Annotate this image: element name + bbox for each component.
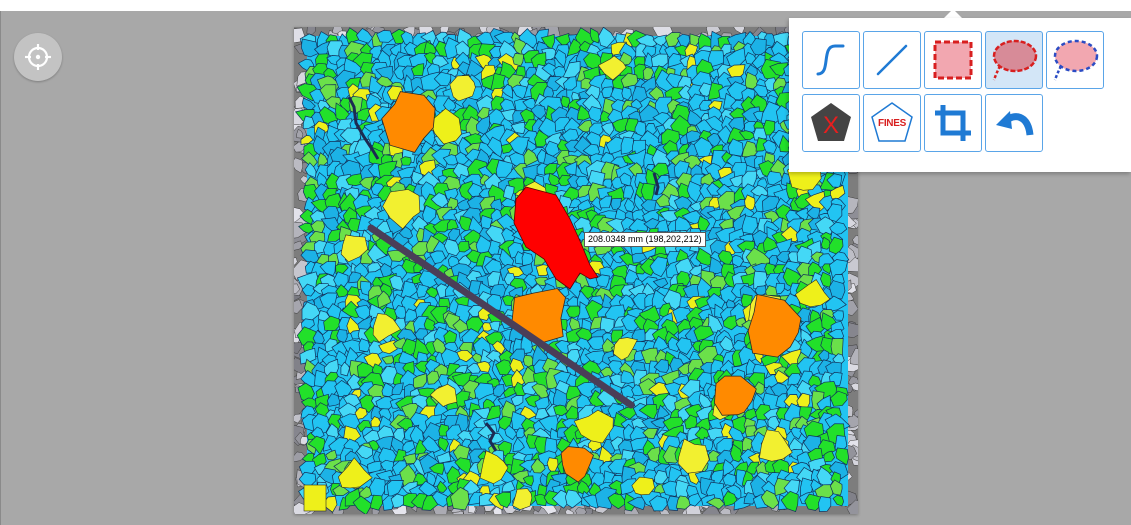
crop-tool-button[interactable] — [924, 94, 982, 152]
line-tool-button[interactable] — [863, 31, 921, 89]
rectangle-select-icon — [933, 40, 973, 80]
tool-row-1 — [802, 31, 1104, 89]
panel-pointer — [944, 9, 962, 18]
line-icon — [876, 44, 908, 76]
undo-icon — [996, 111, 1034, 136]
fines-tool-button[interactable]: FINES — [863, 94, 921, 152]
fines-label: FINES — [878, 117, 906, 129]
left-edge — [0, 11, 1, 525]
ellipse-select-icon — [992, 39, 1038, 81]
freehand-tool-button[interactable] — [802, 31, 860, 89]
freehand-curve-icon — [816, 44, 845, 76]
particle-analysis-image[interactable] — [294, 27, 858, 514]
tool-row-2: X FINES — [802, 94, 1043, 152]
lasso-select-icon — [1053, 39, 1099, 81]
measurement-label: 208.0348 mm (198,202,212) — [584, 232, 706, 247]
svg-text:X: X — [823, 112, 839, 139]
undo-tool-button[interactable] — [985, 94, 1043, 152]
crop-icon — [935, 105, 971, 141]
crosshair-icon — [25, 44, 51, 70]
lasso-tool-button[interactable] — [1046, 31, 1104, 89]
tool-panel: X FINES — [789, 18, 1131, 172]
delete-pentagon-icon: X — [811, 103, 851, 141]
rectangle-tool-button[interactable] — [924, 31, 982, 89]
ellipse-tool-button[interactable] — [985, 31, 1043, 89]
delete-tool-button[interactable]: X — [802, 94, 860, 152]
particle-map[interactable] — [294, 27, 858, 514]
locate-button[interactable] — [14, 33, 62, 81]
